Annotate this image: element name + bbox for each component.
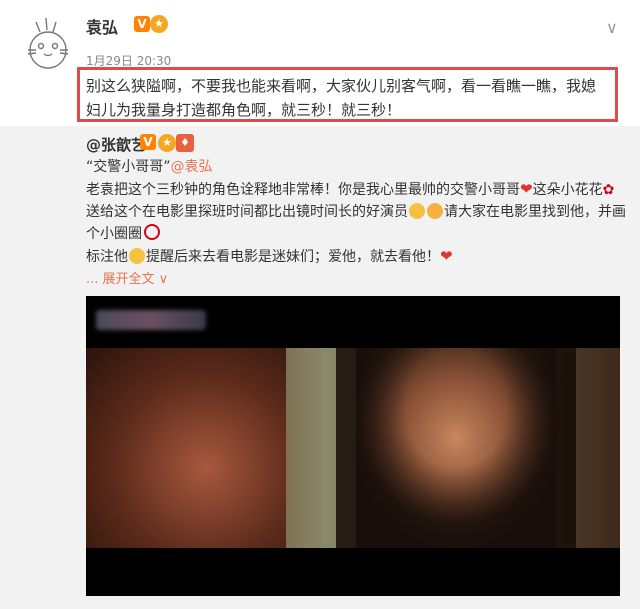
repost-block: @张歆艺 V ★ ♦ “交警小哥哥”@袁弘 老袁把这个三秒钟的角色诠释地非常棒！… xyxy=(0,126,640,609)
repost-text: “交警小哥哥”@袁弘 老袁把这个三秒钟的角色诠释地非常棒！你是我心里最帅的交警小… xyxy=(86,156,626,268)
video-character-left xyxy=(86,348,286,548)
fan-badge-icon: ★ xyxy=(158,134,176,152)
verified-badge-icon: V xyxy=(140,134,156,150)
mention-link[interactable]: @袁弘 xyxy=(171,159,213,175)
heart-icon: ❤ xyxy=(440,247,453,265)
heart-icon: ❤ xyxy=(520,180,533,198)
video-player[interactable] xyxy=(86,296,620,596)
fan-badge-icon: ★ xyxy=(150,15,168,33)
shocked-emoji-icon xyxy=(427,203,443,219)
verified-badge-icon: V xyxy=(134,16,150,32)
laugh-cry-emoji-icon xyxy=(409,203,425,219)
repost-text-part: 这朵小花花 xyxy=(532,182,603,198)
repost-quote: “交警小哥哥” xyxy=(86,159,171,175)
repost-text-part: 标注他 xyxy=(86,249,128,265)
circle-icon xyxy=(144,224,160,240)
rose-icon: ✿ xyxy=(602,182,615,198)
post-text: 别这么狭隘啊，不要我也能来看啊，大家伙儿别客气啊，看一看瞧一瞧，我媳妇儿为我量身… xyxy=(77,67,618,122)
laugh-cry-emoji-icon xyxy=(129,248,145,264)
chevron-down-icon[interactable]: ∨ xyxy=(606,18,618,37)
expand-full-text-link[interactable]: ... 展开全文 ∨ xyxy=(86,268,168,287)
avatar[interactable] xyxy=(22,14,74,72)
repost-text-part: 送给这个在电影里探班时间都比出镜时间长的好演员 xyxy=(86,204,408,220)
blurred-watermark xyxy=(96,310,206,330)
repost-text-part: 提醒后来去看电影是迷妹们；爱他，就去看他！ xyxy=(146,249,440,265)
video-shadow xyxy=(336,348,576,548)
gift-badge-icon: ♦ xyxy=(176,134,194,152)
repost-author-name[interactable]: @张歆艺 xyxy=(86,134,146,155)
post-author-name[interactable]: 袁弘 xyxy=(86,14,118,38)
repost-text-part: 老袁把这个三秒钟的角色诠释地非常棒！你是我心里最帅的交警小哥哥 xyxy=(86,182,520,198)
